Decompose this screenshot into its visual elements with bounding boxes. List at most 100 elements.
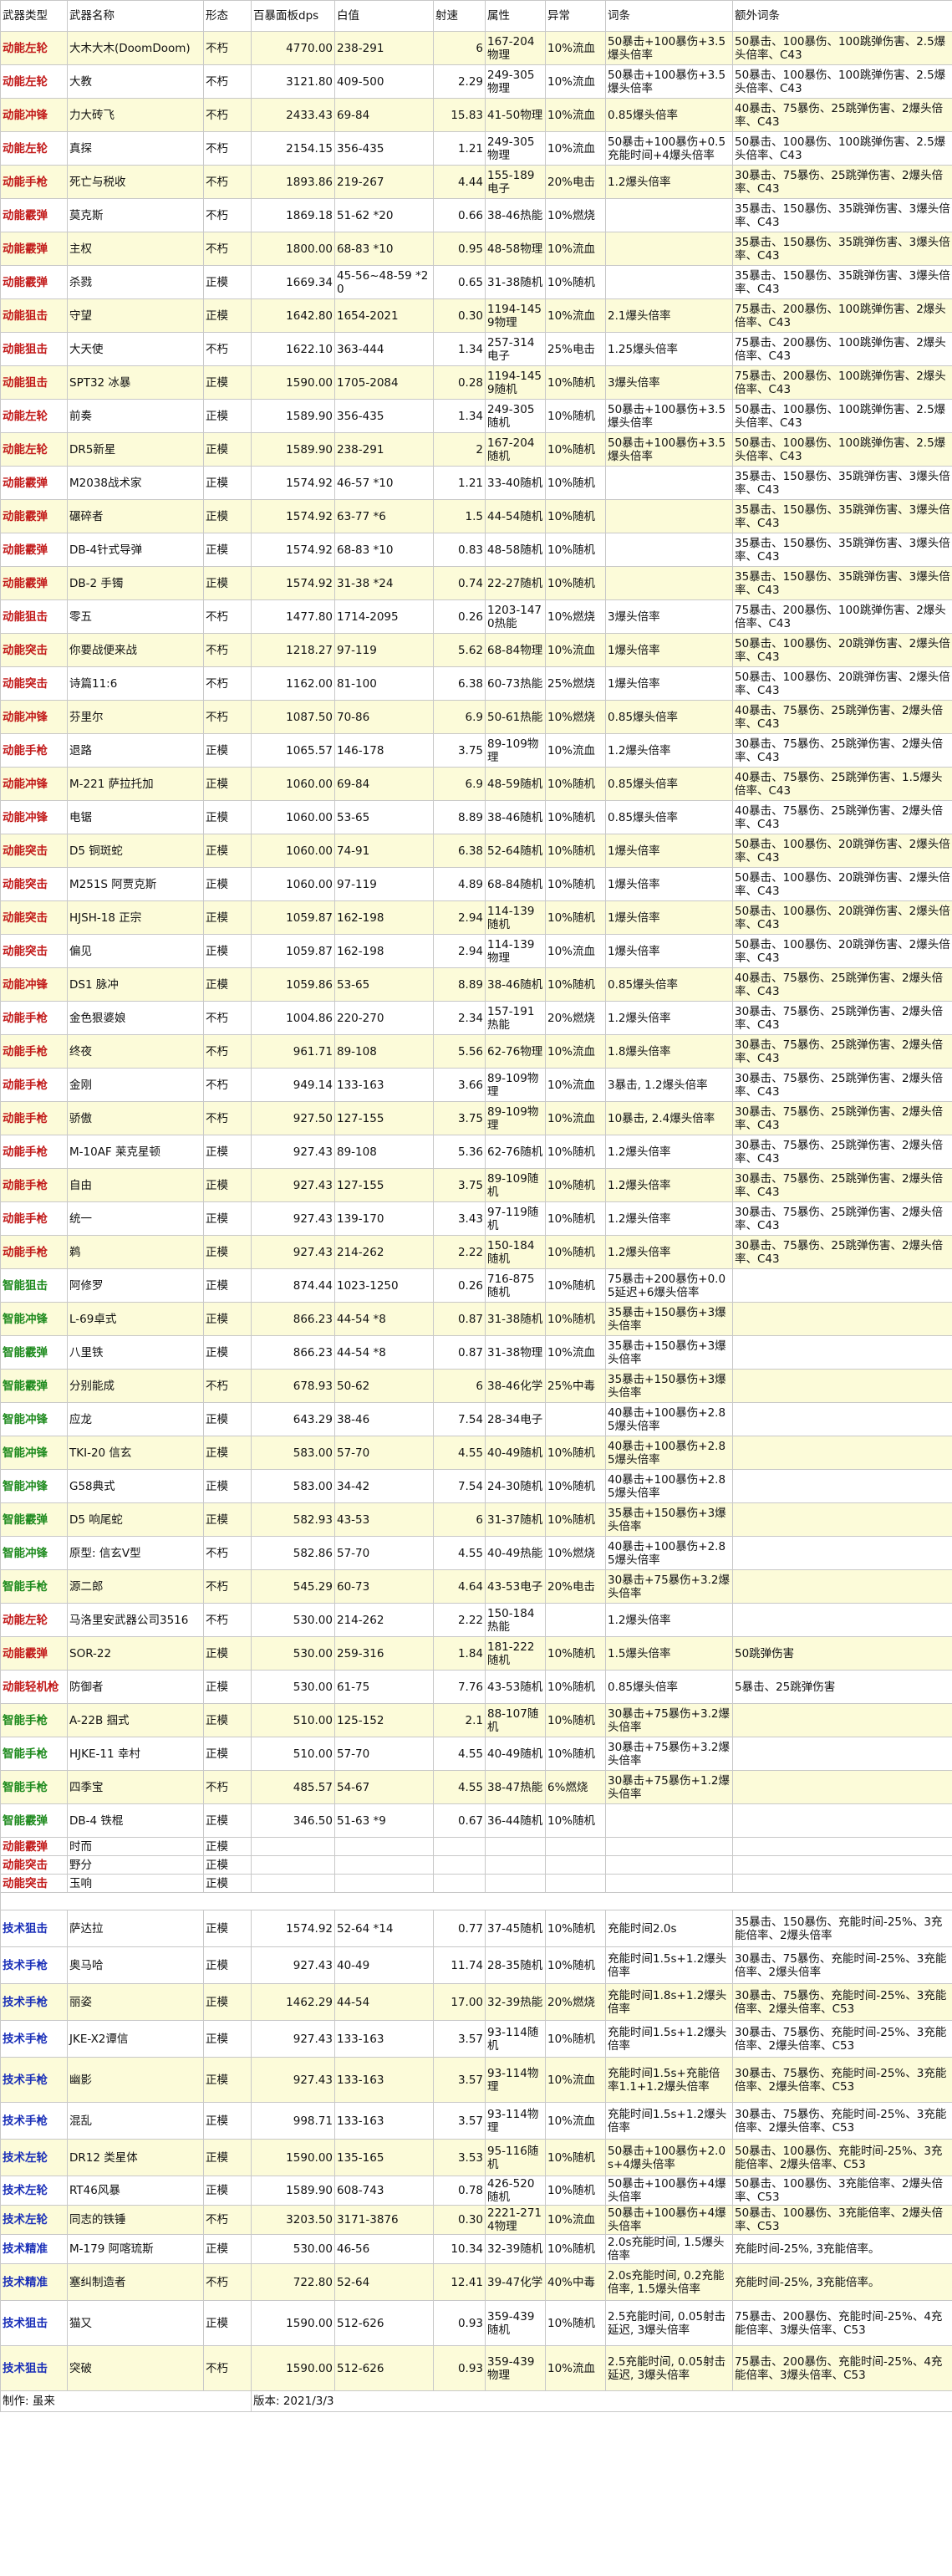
cell-abn: 10%流血 [545,1101,606,1135]
cell-dps: 1462.29 [251,1983,335,2021]
cell-extra: 75暴击、200暴伤、100跳弹伤害、2爆头倍率、C43 [732,298,952,333]
cell-dps: 927.43 [251,2057,335,2103]
cell-white: 409-500 [334,64,434,99]
cell-form: 不朽 [203,633,252,667]
cell-type: 动能左轮 [0,64,68,99]
cell-name: 八里铁 [67,1335,204,1370]
cell-form: 正模 [203,298,252,333]
cell-affix: 0.85爆头倍率 [605,767,733,801]
header-cell: 白值 [334,0,434,32]
cell-white: 135-165 [334,2139,434,2176]
cell-abn [545,1603,606,1637]
cell-dps: 1087.50 [251,700,335,734]
cell-dps: 2154.15 [251,131,335,166]
cell-abn [545,1874,606,1893]
cell-extra: 35暴击、150暴伤、35跳弹伤害、3爆头倍率、C43 [732,265,952,299]
cell-name: 奥马哈 [67,1946,204,1984]
cell-speed: 3.57 [433,2057,486,2103]
cell-type: 动能冲锋 [0,967,68,1002]
cell-name: D5 响尾蛇 [67,1502,204,1537]
cell-affix: 40暴击+100暴伤+2.85爆头倍率 [605,1469,733,1503]
cell-attr: 89-109物理 [485,733,546,768]
cell-extra: 30暴击、75暴伤、充能时间-25%、3充能倍率、2爆头倍率、C53 [732,2102,952,2140]
cell-extra [732,1436,952,1470]
cell-white: 214-262 [334,1235,434,1269]
cell-extra: 50暴击、100暴伤、20跳弹伤害、2爆头倍率、C43 [732,633,952,667]
cell-speed: 6 [433,1502,486,1537]
cell-extra: 30暴击、75暴伤、充能时间-25%、3充能倍率、2爆头倍率、C53 [732,1983,952,2021]
table-row: 动能霰弹 SOR-22 正模 530.00 259-316 1.84 181-222随机 10… [0,1636,952,1671]
cell-type: 技术狙击 [0,2345,68,2391]
cell-speed [433,1837,486,1856]
cell-speed: 2.34 [433,1001,486,1035]
table-row: 动能手枪 死亡与税收 不朽 1893.86 219-267 4.44 155-189电子 20… [0,165,952,199]
cell-name: HJKE-11 幸村 [67,1737,204,1771]
cell-attr: 1203-1470热能 [485,599,546,634]
cell-type: 动能霰弹 [0,198,68,232]
cell-extra: 50暴击、100暴伤、100跳弹伤害、2.5爆头倍率、C43 [732,31,952,65]
header-cell: 异常 [545,0,606,32]
cell-name: DS1 脉冲 [67,967,204,1002]
cell-abn: 10%随机 [545,1135,606,1169]
cell-attr: 93-114物理 [485,2057,546,2103]
cell-form: 正模 [203,1670,252,1704]
table-row: 智能霰弹 八里铁 正模 866.23 44-54 *8 0.87 31-38物理 10%流血 3… [0,1335,952,1370]
cell-affix: 充能时间1.5s+1.2爆头倍率 [605,2102,733,2140]
cell-white: 50-62 [334,1369,434,1403]
cell-extra [732,1703,952,1737]
cell-abn: 10%随机 [545,1235,606,1269]
cell-dps: 485.57 [251,1770,335,1804]
cell-type: 技术精准 [0,2263,68,2301]
cell-dps: 1477.80 [251,599,335,634]
cell-name: 塞纠制造者 [67,2263,204,2301]
cell-form: 正模 [203,2057,252,2103]
cell-name: 金刚 [67,1068,204,1102]
cell-dps: 927.43 [251,2020,335,2058]
cell-attr: 48-58物理 [485,232,546,266]
gap-cell [0,1892,952,1910]
cell-attr: 716-875随机 [485,1268,546,1303]
cell-form: 不朽 [203,98,252,132]
cell-white: 69-84 [334,98,434,132]
weapon-table: 武器类型 武器名称 形态 百暴面板dps 白值 射速 属性 异常 词条 额外词条… [0,0,952,2412]
cell-form: 正模 [203,2234,252,2264]
cell-extra: 50暴击、100暴伤、充能时间-25%、3充能倍率、2爆头倍率、C53 [732,2139,952,2176]
cell-type: 动能突击 [0,867,68,901]
cell-name: 玉响 [67,1874,204,1893]
cell-attr: 31-38随机 [485,265,546,299]
cell-speed: 4.64 [433,1569,486,1604]
cell-name: 守望 [67,298,204,333]
cell-extra [732,1536,952,1570]
table-row: 动能霰弹 DB-2 手镯 正模 1574.92 31-38 *24 0.74 22-27随机… [0,566,952,600]
cell-name: M251S 阿贾克斯 [67,867,204,901]
cell-form: 正模 [203,1983,252,2021]
cell-affix [605,198,733,232]
cell-attr: 62-76物理 [485,1034,546,1069]
cell-name: 阿修罗 [67,1268,204,1303]
cell-abn: 10%流血 [545,2205,606,2235]
cell-type: 动能手枪 [0,1034,68,1069]
cell-speed: 4.55 [433,1770,486,1804]
cell-abn: 10%随机 [545,900,606,935]
cell-abn: 10%随机 [545,1703,606,1737]
cell-name: 原型: 信玄V型 [67,1536,204,1570]
cell-name: 碾碎者 [67,499,204,533]
cell-extra: 50暴击、100暴伤、100跳弹伤害、2.5爆头倍率、C43 [732,399,952,433]
footer-row: 制作: 虽来 版本: 2021/3/3 [0,2390,952,2412]
table-row: 动能突击 野分 正模 [0,1855,952,1875]
cell-extra: 35暴击、150暴伤、35跳弹伤害、3爆头倍率、C43 [732,466,952,500]
cell-abn: 10%流血 [545,64,606,99]
cell-affix: 40暴击+100暴伤+2.85爆头倍率 [605,1402,733,1436]
cell-name: M-10AF 莱克星顿 [67,1135,204,1169]
cell-speed: 2.94 [433,934,486,968]
cell-white: 133-163 [334,2020,434,2058]
cell-form: 正模 [203,834,252,868]
cell-abn [545,1837,606,1856]
table-row: 动能霰弹 时而 正模 [0,1837,952,1856]
table-row: 动能冲锋 M-221 萨拉托加 正模 1060.00 69-84 6.9 48-59随机 10… [0,767,952,801]
cell-form: 正模 [203,1502,252,1537]
cell-extra: 50暴击、100暴伤、3充能倍率、2爆头倍率、C53 [732,2176,952,2206]
cell-extra: 50暴击、100暴伤、100跳弹伤害、2.5爆头倍率、C43 [732,131,952,166]
cell-abn: 10%流血 [545,232,606,266]
cell-attr: 38-46随机 [485,800,546,834]
